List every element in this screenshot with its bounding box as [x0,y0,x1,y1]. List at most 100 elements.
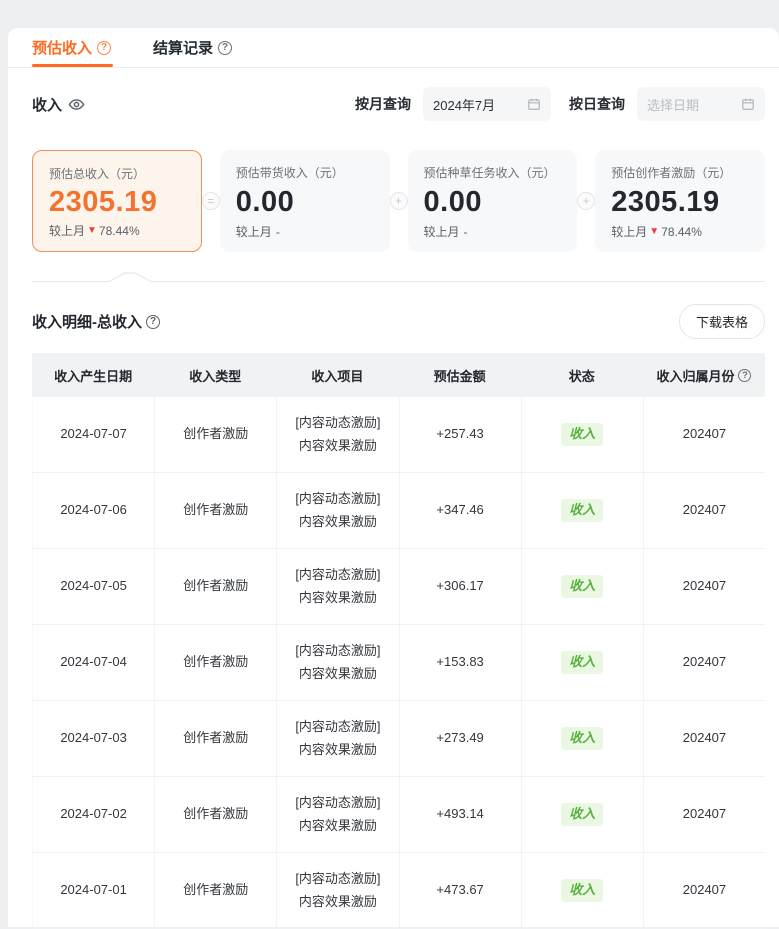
project-line1: [内容动态激励] [295,564,380,586]
tab-label: 结算记录 [153,37,213,58]
project-line1: [内容动态激励] [295,640,380,662]
header-project: 收入项目 [276,353,398,397]
operator-wrap: = [202,150,220,252]
cell-amount: +257.43 [400,397,522,472]
download-table-button[interactable]: 下载表格 [679,304,765,339]
plus-icon: + [390,192,408,210]
filter-row: 收入 按月查询 2024年7月 按日查询 选择日期 [8,76,779,132]
project-line2: 内容效果激励 [299,739,377,761]
cell-amount: +493.14 [400,777,522,852]
cell-date: 2024-07-02 [32,777,155,852]
card-creator-incentive[interactable]: 预估创作者激励（元） 2305.19 较上月 ▼ 78.44% [595,150,765,252]
table-row: 2024-07-04 创作者激励 [内容动态激励] 内容效果激励 +153.83… [32,625,765,701]
day-picker-placeholder: 选择日期 [647,95,699,114]
cell-type: 创作者激励 [155,473,277,548]
cell-amount: +306.17 [400,549,522,624]
cell-type: 创作者激励 [155,853,277,928]
status-badge: 收入 [561,803,603,825]
header-month-text: 收入归属月份 [656,366,734,385]
card-total-income[interactable]: 预估总收入（元） 2305.19 较上月 ▼ 78.44% [32,150,202,252]
cell-status: 收入 [522,397,644,472]
project-line1: [内容动态激励] [295,792,380,814]
cell-status: 收入 [522,853,644,928]
tab-label: 预估收入 [32,37,92,58]
down-arrow-icon: ▼ [649,226,659,237]
project-line2: 内容效果激励 [299,815,377,837]
income-section-title: 收入 [32,94,85,115]
cell-month: 202407 [644,473,765,548]
header-date: 收入产生日期 [32,353,154,397]
day-picker-input[interactable]: 选择日期 [637,87,765,121]
compare-label: 较上月 [611,223,647,240]
eye-icon[interactable] [68,96,85,113]
cell-month: 202407 [644,397,765,472]
compare-label: 较上月 [424,223,460,240]
help-icon[interactable]: ? [218,41,232,55]
project-line1: [内容动态激励] [295,412,380,434]
cell-type: 创作者激励 [155,549,277,624]
cell-project: [内容动态激励] 内容效果激励 [277,777,399,852]
cell-amount: +273.49 [400,701,522,776]
card-title: 预估创作者激励（元） [611,164,749,181]
cell-month: 202407 [644,549,765,624]
stat-cards-row: 预估总收入（元） 2305.19 较上月 ▼ 78.44% = 预估带货收入（元… [8,132,779,252]
operator-wrap: + [577,150,595,252]
cell-status: 收入 [522,701,644,776]
cards-divider [32,272,765,284]
tab-estimated-income[interactable]: 预估收入 ? [32,28,111,67]
project-line2: 内容效果激励 [299,891,377,913]
cell-project: [内容动态激励] 内容效果激励 [277,701,399,776]
cell-date: 2024-07-06 [32,473,155,548]
help-icon[interactable]: ? [146,315,160,329]
card-compare: 较上月 - [424,223,562,240]
cell-month: 202407 [644,853,765,928]
cell-status: 收入 [522,777,644,852]
card-compare: 较上月 - [236,223,374,240]
main-panel: 预估收入 ? 结算记录 ? 收入 按月查询 2024年7月 [8,28,779,927]
header-type: 收入类型 [154,353,276,397]
card-task-income[interactable]: 预估种草任务收入（元） 0.00 较上月 - [408,150,578,252]
month-query-label: 按月查询 [355,94,411,114]
caret-up-icon [108,272,152,283]
table-row: 2024-07-03 创作者激励 [内容动态激励] 内容效果激励 +273.49… [32,701,765,777]
cell-date: 2024-07-01 [32,853,155,928]
table-header: 收入产生日期 收入类型 收入项目 预估金额 状态 收入归属月份 ? [32,353,765,397]
cell-status: 收入 [522,549,644,624]
card-value: 2305.19 [49,186,185,219]
card-title: 预估种草任务收入（元） [424,164,562,181]
income-label: 收入 [32,94,62,115]
card-value: 2305.19 [611,186,749,219]
tab-settlement-records[interactable]: 结算记录 ? [153,28,232,67]
detail-header: 收入明细-总收入 ? 下载表格 [8,284,779,353]
card-commerce-income[interactable]: 预估带货收入（元） 0.00 较上月 - [220,150,390,252]
cell-date: 2024-07-04 [32,625,155,700]
project-line2: 内容效果激励 [299,511,377,533]
active-tab-underline [32,64,113,67]
project-line1: [内容动态激励] [295,868,380,890]
status-badge: 收入 [561,879,603,901]
table-row: 2024-07-01 创作者激励 [内容动态激励] 内容效果激励 +473.67… [32,853,765,929]
cell-month: 202407 [644,625,765,700]
month-picker-input[interactable]: 2024年7月 [423,87,551,121]
help-icon[interactable]: ? [738,369,751,382]
status-badge: 收入 [561,423,603,445]
compare-value: - [464,225,468,239]
project-line2: 内容效果激励 [299,663,377,685]
status-badge: 收入 [561,499,603,521]
cell-date: 2024-07-07 [32,397,155,472]
status-badge: 收入 [561,575,603,597]
day-query-label: 按日查询 [569,94,625,114]
equals-icon: = [202,192,220,210]
header-status: 状态 [521,353,643,397]
cell-date: 2024-07-03 [32,701,155,776]
table-row: 2024-07-05 创作者激励 [内容动态激励] 内容效果激励 +306.17… [32,549,765,625]
cell-project: [内容动态激励] 内容效果激励 [277,853,399,928]
cell-type: 创作者激励 [155,625,277,700]
table-row: 2024-07-02 创作者激励 [内容动态激励] 内容效果激励 +493.14… [32,777,765,853]
calendar-icon [741,97,755,111]
cell-date: 2024-07-05 [32,549,155,624]
cell-type: 创作者激励 [155,397,277,472]
cell-project: [内容动态激励] 内容效果激励 [277,549,399,624]
help-icon[interactable]: ? [97,41,111,55]
cell-project: [内容动态激励] 内容效果激励 [277,397,399,472]
